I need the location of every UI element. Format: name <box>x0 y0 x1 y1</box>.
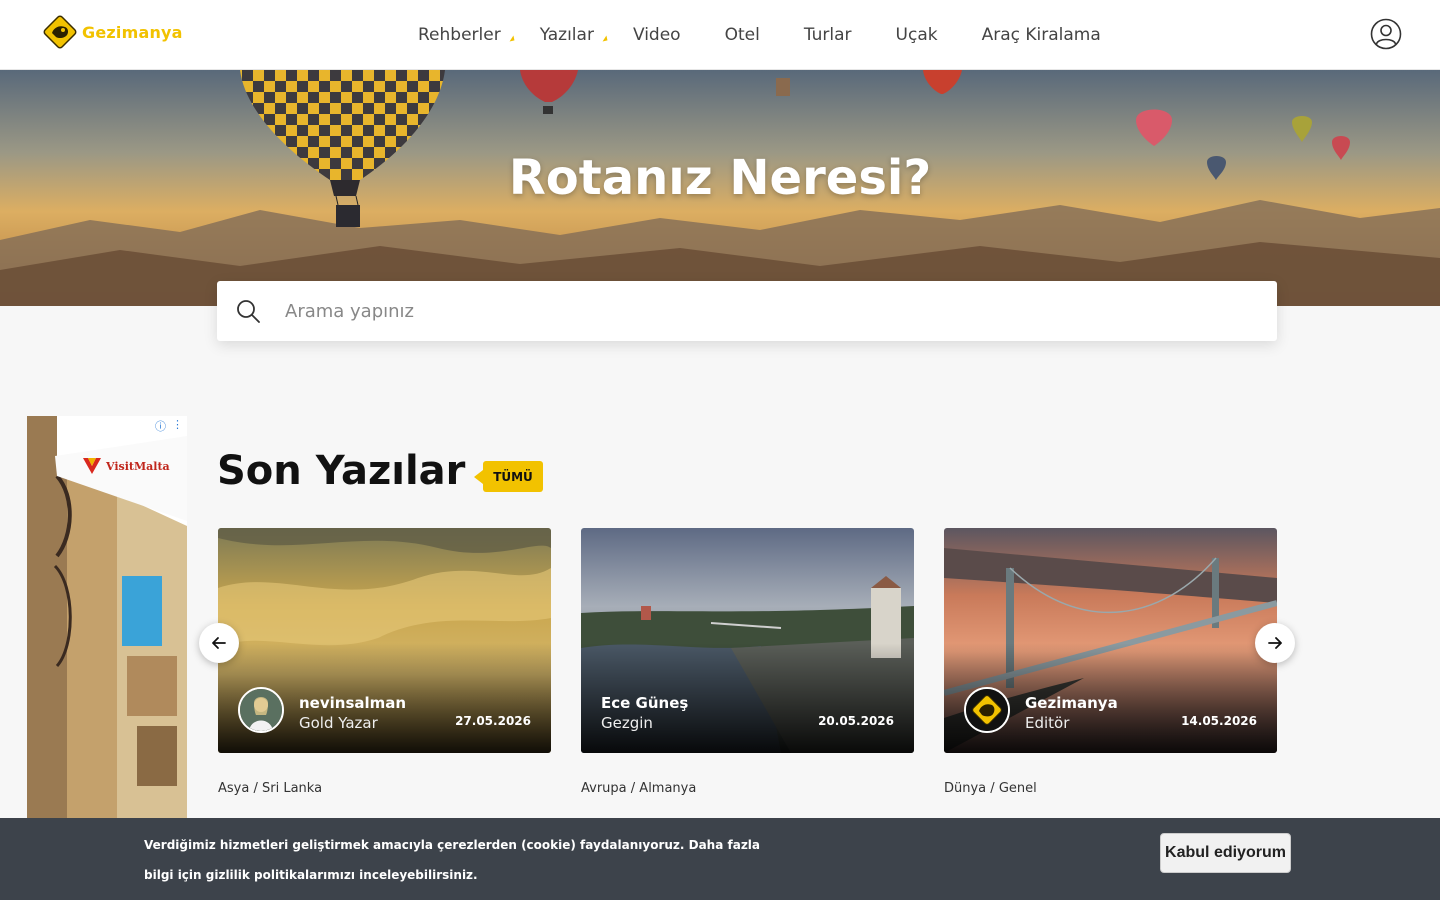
nav-label: Yazılar <box>539 25 594 45</box>
logo-text: Gezimanya <box>82 22 183 42</box>
author-avatar[interactable] <box>964 687 1010 733</box>
ad-controls: ⓘ ⋮ <box>155 418 183 434</box>
carousel-prev-button[interactable] <box>199 623 239 663</box>
post-card-3[interactable]: Gezimanya Editör 14.05.2026 <box>944 528 1277 753</box>
user-icon[interactable] <box>1370 18 1402 50</box>
breadcrumb-region[interactable]: Asya <box>218 781 249 796</box>
post-card-2[interactable]: Ece Güneş Gezgin 20.05.2026 <box>581 528 914 753</box>
search-icon[interactable] <box>235 298 261 324</box>
breadcrumb-region[interactable]: Avrupa <box>581 781 627 796</box>
arrow-left-icon <box>212 637 226 649</box>
nav-arac-kiralama[interactable]: Araç Kiralama <box>982 25 1101 45</box>
breadcrumb-region[interactable]: Dünya <box>944 781 986 796</box>
cookie-text: Verdiğimiz hizmetleri geliştirmek amacıy… <box>144 838 761 882</box>
nav-ucak[interactable]: Uçak <box>896 25 938 45</box>
ad-image <box>27 416 187 836</box>
section-title: Son Yazılar <box>217 448 466 494</box>
cookie-accept-button[interactable]: Kabul ediyorum <box>1160 833 1291 873</box>
site-logo[interactable]: Gezimanya <box>40 12 183 52</box>
author-name[interactable]: Ece Güneş <box>601 694 688 712</box>
site-header: Gezimanya Rehberler Yazılar Video Otel T… <box>0 0 1440 70</box>
caret-icon <box>601 35 608 42</box>
ad-menu-icon[interactable]: ⋮ <box>172 418 183 434</box>
author-avatar[interactable] <box>238 687 284 733</box>
breadcrumb: Avrupa / Almanya <box>581 781 697 796</box>
all-posts-button[interactable]: TÜMÜ <box>474 461 543 492</box>
ad-brand-text: VisitMalta <box>106 459 170 473</box>
post-date: 27.05.2026 <box>455 714 531 728</box>
hero-banner: Rotanız Neresi? <box>0 70 1440 306</box>
hero-title: Rotanız Neresi? <box>508 150 932 206</box>
main-nav: Rehberler Yazılar Video Otel Turlar Uçak… <box>418 0 1145 70</box>
nav-video[interactable]: Video <box>633 25 681 45</box>
search-input[interactable] <box>285 300 1185 322</box>
breadcrumb: Asya / Sri Lanka <box>218 781 323 796</box>
nav-rehberler[interactable]: Rehberler <box>418 25 515 45</box>
logo-icon <box>40 12 80 52</box>
post-card-1[interactable]: nevinsalman Gold Yazar 27.05.2026 <box>218 528 551 753</box>
breadcrumb-country[interactable]: Almanya <box>639 781 696 796</box>
ad-brand: VisitMalta <box>81 456 170 476</box>
caret-icon <box>508 35 515 42</box>
breadcrumb: Dünya / Genel <box>944 781 1037 796</box>
visitmalta-logo-icon <box>83 458 101 474</box>
ad-info-icon[interactable]: ⓘ <box>155 418 166 434</box>
nav-turlar[interactable]: Turlar <box>804 25 852 45</box>
author-role: Gold Yazar <box>299 714 378 732</box>
nav-otel[interactable]: Otel <box>725 25 760 45</box>
search-bar <box>217 281 1277 341</box>
author-role: Editör <box>1025 714 1070 732</box>
post-date: 14.05.2026 <box>1181 714 1257 728</box>
arrow-right-icon <box>1268 637 1282 649</box>
ad-banner[interactable]: VisitMalta ⓘ ⋮ <box>27 416 187 836</box>
cookie-banner: Verdiğimiz hizmetleri geliştirmek amacıy… <box>0 818 1440 900</box>
author-name[interactable]: nevinsalman <box>299 694 406 712</box>
author-name[interactable]: Gezimanya <box>1025 694 1118 712</box>
breadcrumb-country[interactable]: Genel <box>999 781 1037 796</box>
carousel-next-button[interactable] <box>1255 623 1295 663</box>
breadcrumb-country[interactable]: Sri Lanka <box>262 781 322 796</box>
nav-label: Rehberler <box>418 25 501 45</box>
author-role: Gezgin <box>601 714 653 732</box>
nav-yazilar[interactable]: Yazılar <box>539 25 608 45</box>
post-date: 20.05.2026 <box>818 714 894 728</box>
